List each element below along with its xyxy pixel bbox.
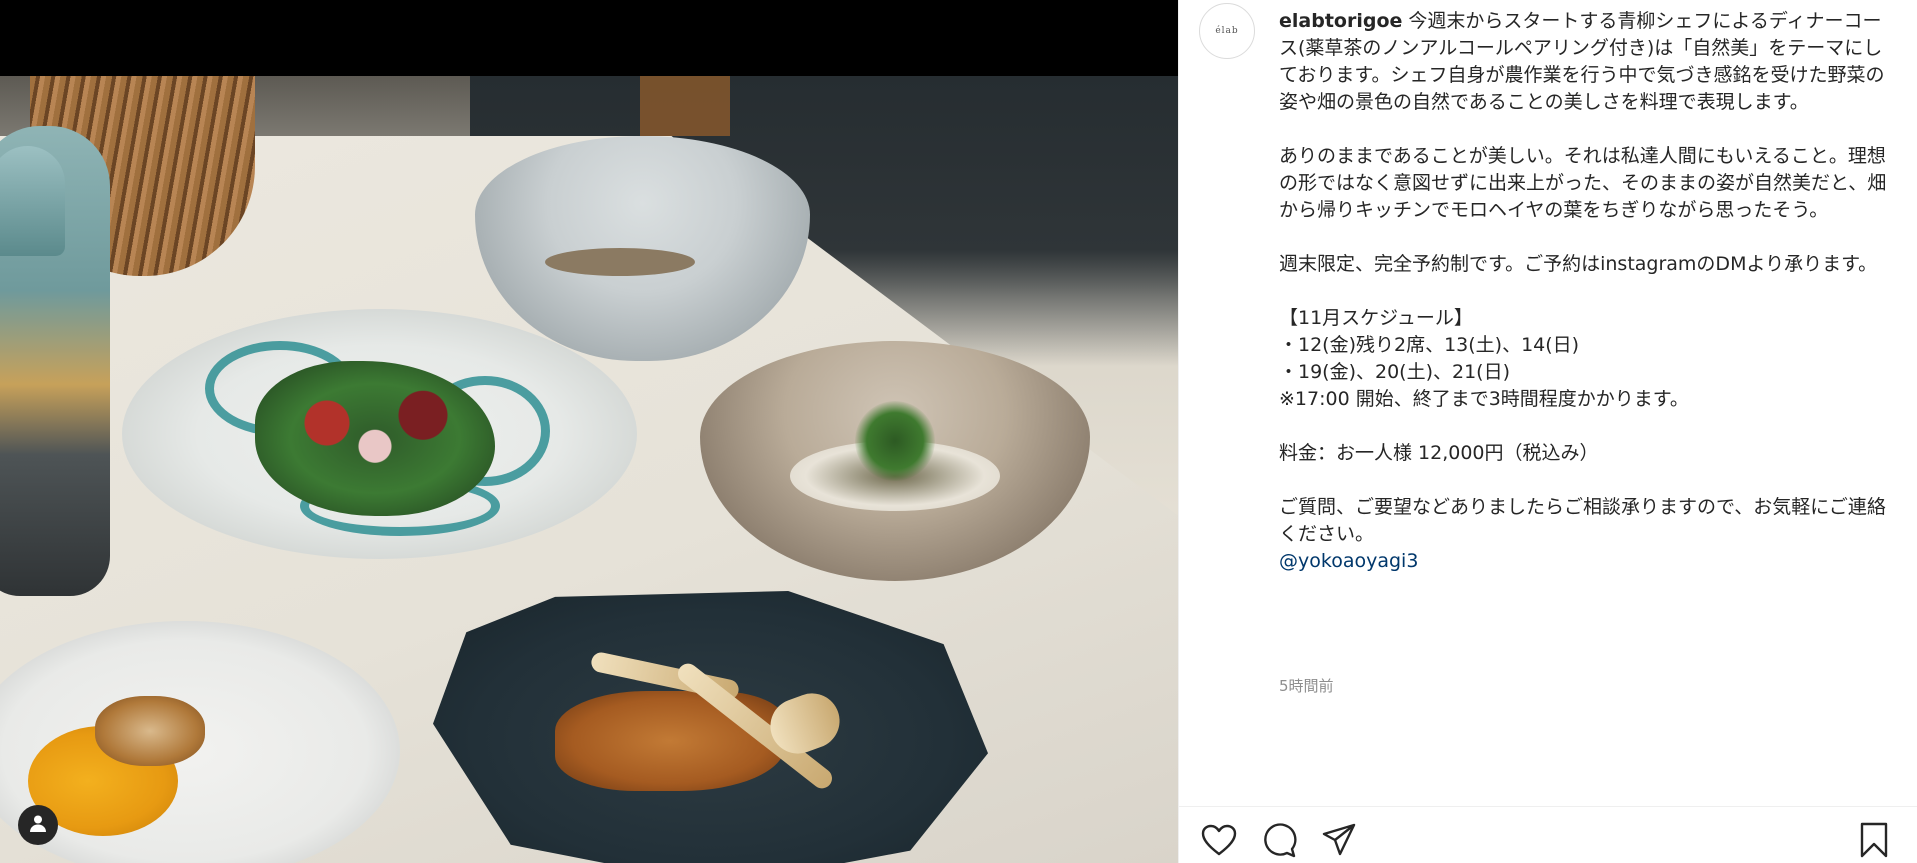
- comment-button[interactable]: [1259, 822, 1299, 862]
- username-link[interactable]: elabtorigoe: [1279, 10, 1402, 32]
- post-media[interactable]: [0, 0, 1178, 863]
- caption-paragraph: ご質問、ご要望などありましたらご相談承りますので、お気軽にご連絡ください。: [1279, 496, 1886, 545]
- caption-paragraph: 週末限定、完全予約制です。ご予約はinstagramのDMより承ります。: [1279, 253, 1878, 275]
- share-icon: [1321, 823, 1357, 861]
- like-button[interactable]: [1199, 822, 1239, 862]
- bookmark-icon: [1859, 822, 1889, 862]
- photo-pitcher: [0, 126, 110, 596]
- tagged-user-button[interactable]: [18, 805, 58, 845]
- photo-chicken: [95, 696, 205, 766]
- heart-icon: [1201, 824, 1237, 860]
- user-icon: [28, 813, 48, 837]
- photo-roasted-squash: [555, 691, 785, 791]
- schedule-heading: 【11月スケジュール】: [1279, 307, 1473, 329]
- save-button[interactable]: [1854, 822, 1894, 862]
- photo-herb-garnish: [855, 401, 935, 481]
- schedule-line: ・12(金)残り2席、13(土)、14(日): [1279, 334, 1580, 356]
- photo-soup: [545, 248, 695, 276]
- post-caption: elabtorigoe 今週末からスタートする青柳シェフによるディナーコース(薬草…: [1279, 8, 1891, 575]
- action-bar: [1199, 822, 1899, 862]
- price-line: 料金：お一人様 12,000円（税込み）: [1279, 442, 1599, 464]
- schedule-line: ・19(金)、20(土)、21(日): [1279, 361, 1511, 383]
- divider: [1179, 806, 1917, 807]
- photo-wood-detail: [640, 76, 730, 136]
- post-timestamp[interactable]: 5時間前: [1279, 675, 1334, 696]
- schedule-note: ※17:00 開始、終了まで3時間程度かかります。: [1279, 388, 1689, 410]
- post-photo: [0, 76, 1178, 863]
- profile-logo-text: élab: [1215, 26, 1239, 36]
- caption-paragraph: elabtorigoe 今週末からスタートする青柳シェフによるディナーコース(薬草…: [1279, 8, 1891, 116]
- comment-icon: [1261, 822, 1297, 862]
- mention-link[interactable]: @yokoaoyagi3: [1279, 550, 1418, 572]
- post-side-panel: élab elabtorigoe 今週末からスタートする青柳シェフによるディナーコ…: [1178, 0, 1917, 863]
- caption-paragraph: ありのままであることが美しい。それは私達人間にもいえること。理想の形ではなく意図…: [1279, 145, 1887, 221]
- profile-avatar[interactable]: élab: [1199, 3, 1255, 59]
- share-button[interactable]: [1319, 822, 1359, 862]
